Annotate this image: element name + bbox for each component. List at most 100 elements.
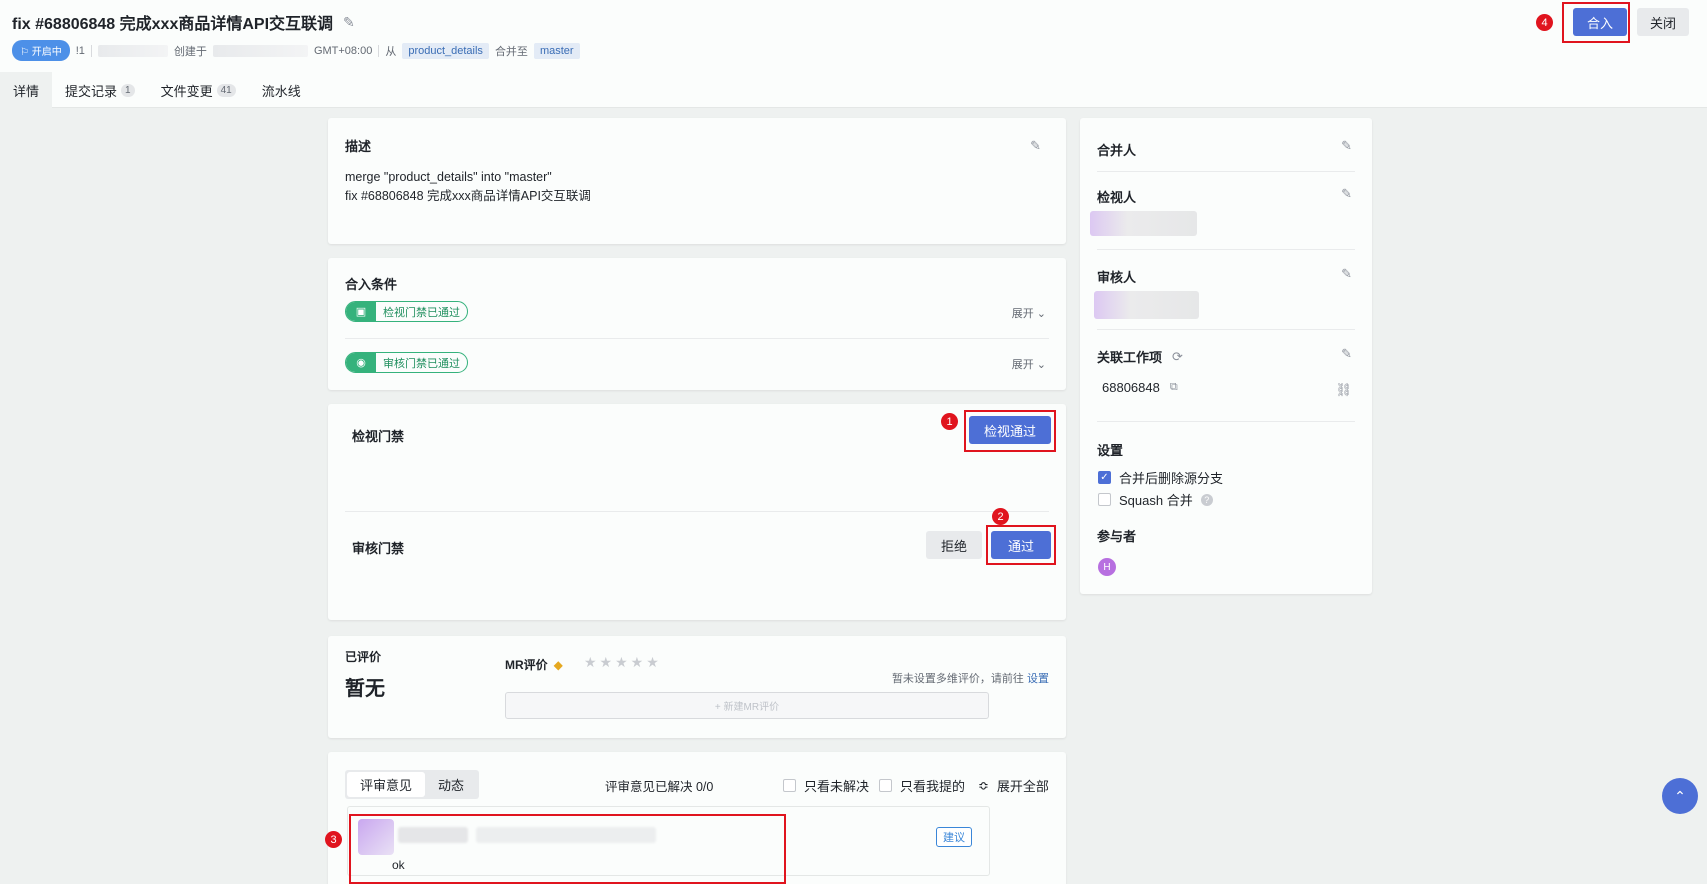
divider <box>1097 329 1355 330</box>
annotation-marker-1: 1 <box>941 413 958 430</box>
condition-label: 检视门禁已通过 <box>383 306 460 319</box>
merge-button[interactable]: 合入 <box>1573 8 1627 36</box>
reviewer-avatar-redacted <box>1090 211 1197 236</box>
checkbox[interactable] <box>879 779 892 792</box>
pencil-icon[interactable]: ✎ <box>1341 138 1352 154</box>
header-actions: 合入 关闭 <box>1573 8 1689 36</box>
divider <box>1097 421 1355 422</box>
reject-button[interactable]: 拒绝 <box>926 531 982 559</box>
expand-toggle[interactable]: 展开 ⌄ <box>1012 305 1046 321</box>
pencil-icon[interactable]: ✎ <box>1030 138 1041 154</box>
expand-toggle[interactable]: 展开 ⌄ <box>1012 356 1046 372</box>
star-rating[interactable]: ★★★★★ <box>584 654 662 671</box>
participant-avatar[interactable]: H <box>1098 558 1116 576</box>
expand-all-label: 展开全部 <box>996 779 1049 794</box>
source-branch[interactable]: product_details <box>402 42 489 59</box>
description-title: 描述 <box>345 139 372 154</box>
divider <box>90 44 92 57</box>
checkbox[interactable] <box>783 779 796 792</box>
resolved-count: 评审意见已解决 0/0 <box>605 780 714 794</box>
created-at-label: 创建于 <box>173 45 207 58</box>
auditor-label: 审核人 <box>1097 270 1137 285</box>
squash-label: Squash 合并 <box>1119 493 1193 508</box>
target-branch[interactable]: master <box>533 42 580 59</box>
participants-label: 参与者 <box>1097 529 1137 544</box>
page-title: fix #68806848 完成xxx商品详情API交互联调 ✎ <box>12 10 355 34</box>
expand-all-button[interactable]: ≎ 展开全部 <box>978 776 1049 795</box>
conditions-title: 合入条件 <box>345 277 398 292</box>
only-unresolved-label: 只看未解决 <box>804 779 870 794</box>
author-redacted <box>97 44 168 57</box>
delete-source-branch-option[interactable]: ✓ 合并后删除源分支 <box>1098 468 1223 487</box>
pass-button[interactable]: 通过 <box>991 531 1051 559</box>
tab-bar: 详情 提交记录 1 文件变更 41 流水线 <box>0 72 314 108</box>
created-at-redacted <box>212 44 308 57</box>
work-item: 68806848 ⧉ <box>1102 380 1178 395</box>
refresh-icon[interactable]: ⟳ <box>1172 349 1183 365</box>
annotation-box-3 <box>349 814 786 884</box>
tab-details[interactable]: 详情 <box>0 72 53 108</box>
tab-count: 41 <box>216 83 236 97</box>
user-check-icon: ◉ <box>346 353 376 372</box>
from-label: 从 <box>385 45 397 58</box>
tab-pipeline[interactable]: 流水线 <box>249 72 314 108</box>
description-line: merge "product_details" into "master" <box>345 170 552 184</box>
audit-gate-label: 审核门禁 <box>352 541 405 556</box>
rating-title: 已评价 <box>345 650 382 664</box>
review-pass-button[interactable]: 检视通过 <box>969 416 1051 444</box>
rating-hint-text: 暂未设置多维评价，请前往 <box>891 673 1024 685</box>
review-gate-label: 检视门禁 <box>352 429 405 444</box>
reviewer-label: 检视人 <box>1097 190 1137 205</box>
help-icon[interactable]: ? <box>1200 493 1213 506</box>
sidebar-card: 合并人 ✎ 检视人 ✎ 审核人 ✎ 关联工作项 ⟳ ✎ 68806848 ⧉ ⛓… <box>1080 118 1372 594</box>
rating-value: 暂无 <box>345 678 385 700</box>
tab-count: 1 <box>121 83 135 97</box>
annotation-marker-4: 4 <box>1536 14 1553 31</box>
only-mine-label: 只看我提的 <box>900 779 966 794</box>
work-item-id[interactable]: 68806848 <box>1102 380 1160 395</box>
status-label: 开启中 <box>31 47 62 58</box>
divider <box>1097 171 1355 172</box>
tab-review-comments[interactable]: 评审意见 <box>347 772 426 797</box>
divider <box>378 44 380 57</box>
unlink-icon[interactable]: ⛓ <box>1335 382 1352 398</box>
tab-label: 详情 <box>13 83 40 99</box>
new-mr-rating-button[interactable]: + 新建MR评价 <box>505 692 989 719</box>
tab-commits[interactable]: 提交记录 1 <box>52 72 148 108</box>
audit-gate-status: ◉ 审核门禁已通过 <box>345 352 468 373</box>
settings-label: 设置 <box>1097 443 1124 458</box>
squash-option[interactable]: Squash 合并 ? <box>1098 490 1213 509</box>
review-card: 评审意见 动态 评审意见已解决 0/0 只看未解决 只看我提的 ≎ 展开全部 ok… <box>325 752 1066 884</box>
mr-meta: ⚐ 开启中 !1 创建于 GMT+08:00 从 product_details… <box>12 40 580 61</box>
scroll-to-top-button[interactable]: ⌃ <box>1662 778 1698 814</box>
close-button[interactable]: 关闭 <box>1637 8 1689 36</box>
description-card: 描述 ✎ merge "product_details" into "maste… <box>328 118 1066 244</box>
annotation-marker-2: 2 <box>992 508 1009 525</box>
mr-id: !1 <box>75 44 85 57</box>
pencil-icon[interactable]: ✎ <box>1341 266 1352 282</box>
pencil-icon[interactable]: ✎ <box>343 14 355 31</box>
work-items-label: 关联工作项 <box>1097 350 1163 365</box>
suggestion-tag[interactable]: 建议 <box>936 827 972 847</box>
diamond-icon: ◆ <box>553 657 563 672</box>
pencil-icon[interactable]: ✎ <box>1341 346 1352 362</box>
settings-link[interactable]: 设置 <box>1027 673 1049 685</box>
tab-activity[interactable]: 动态 <box>425 772 477 797</box>
divider <box>345 511 1049 512</box>
header: fix #68806848 完成xxx商品详情API交互联调 ✎ ⚐ 开启中 !… <box>0 0 1707 108</box>
merger-label: 合并人 <box>1097 143 1137 158</box>
pencil-icon[interactable]: ✎ <box>1341 186 1352 202</box>
divider <box>345 338 1049 339</box>
description-line: fix #68806848 完成xxx商品详情API交互联调 <box>345 189 591 203</box>
timezone: GMT+08:00 <box>313 44 373 57</box>
only-unresolved-filter[interactable]: 只看未解决 <box>783 776 869 795</box>
checkbox[interactable] <box>1098 493 1111 506</box>
copy-icon[interactable]: ⧉ <box>1170 381 1178 394</box>
only-mine-filter[interactable]: 只看我提的 <box>879 776 965 795</box>
gates-card: 检视门禁 1 检视通过 审核门禁 2 拒绝 通过 <box>328 404 1066 620</box>
rating-hint: 暂未设置多维评价，请前往 设置 <box>892 670 1049 686</box>
checkbox-checked[interactable]: ✓ <box>1098 471 1111 484</box>
tab-file-changes[interactable]: 文件变更 41 <box>148 72 249 108</box>
tab-label: 流水线 <box>261 83 301 99</box>
document-check-icon: ▣ <box>346 302 376 321</box>
